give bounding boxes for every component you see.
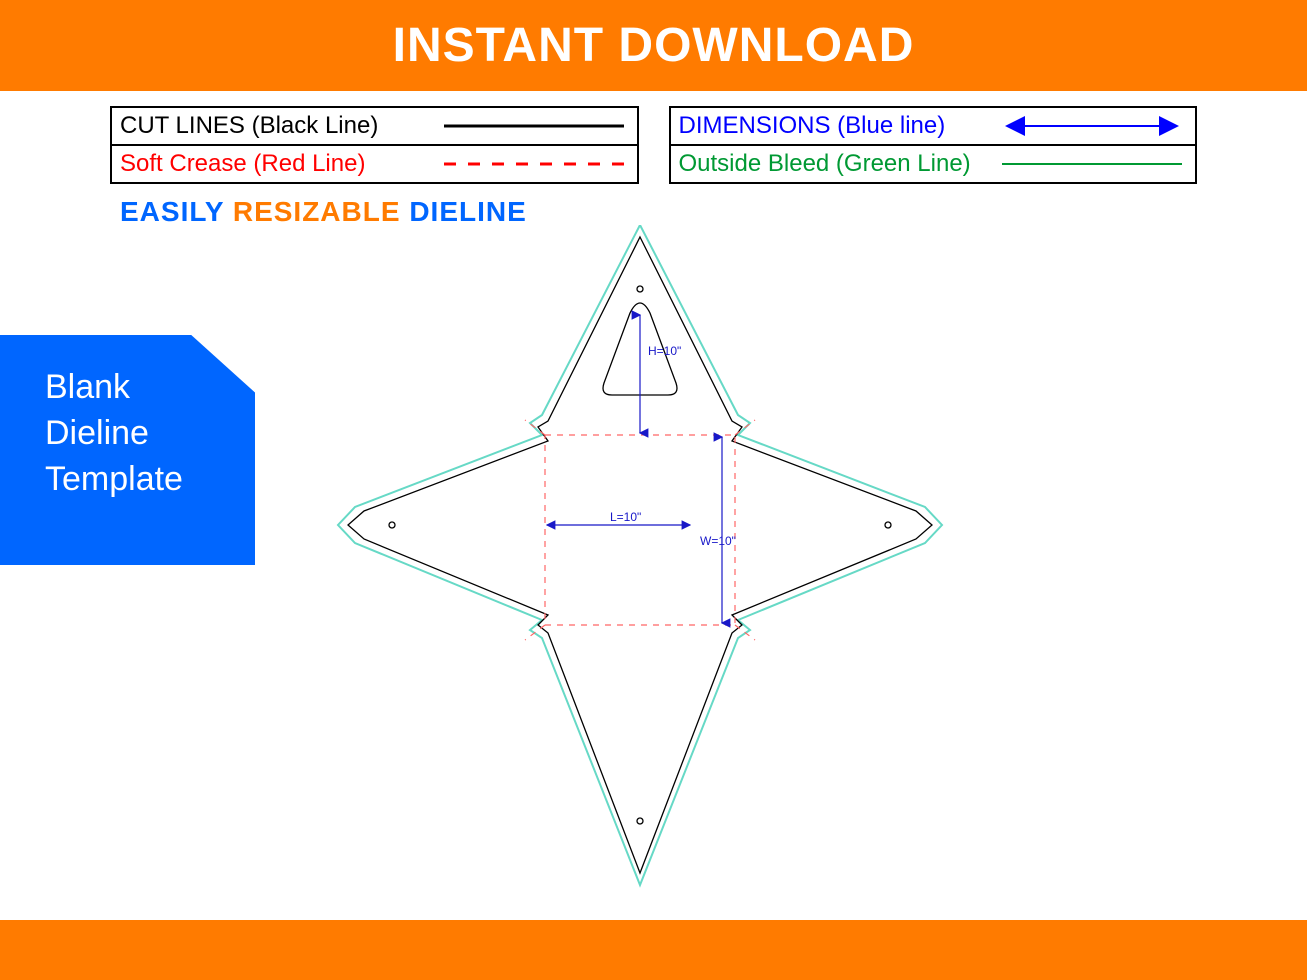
legend-bleed-label: Outside Bleed (Green Line) (679, 150, 998, 178)
legend-cut-sample (439, 114, 629, 138)
top-banner: INSTANT DOWNLOAD (0, 0, 1307, 91)
badge-line3: Template (45, 457, 183, 503)
tagline: EASILY RESIZABLE DIELINE (120, 196, 1307, 228)
legend-bleed: Outside Bleed (Green Line) (671, 144, 1196, 182)
legend-dims: DIMENSIONS (Blue line) (671, 108, 1196, 144)
legend: CUT LINES (Black Line) Soft Crease (Red … (110, 106, 1197, 184)
tagline-word2: RESIZABLE (233, 196, 401, 227)
dim-l-label: L=10" (610, 510, 641, 524)
bottom-banner (0, 920, 1307, 980)
tagline-word1: EASILY (120, 196, 224, 227)
legend-dims-sample (997, 114, 1187, 138)
legend-right: DIMENSIONS (Blue line) Outside Bleed (Gr… (669, 106, 1198, 184)
legend-crease-sample (439, 152, 629, 176)
badge-line2: Dieline (45, 411, 183, 457)
legend-left: CUT LINES (Black Line) Soft Crease (Red … (110, 106, 639, 184)
dim-w-label: W=10" (700, 534, 736, 548)
legend-dims-label: DIMENSIONS (Blue line) (679, 112, 998, 140)
legend-cut: CUT LINES (Black Line) (112, 108, 637, 144)
badge-text: Blank Dieline Template (45, 365, 183, 503)
legend-crease: Soft Crease (Red Line) (112, 144, 637, 182)
dim-h-label: H=10" (648, 344, 681, 358)
crease-lines (525, 420, 755, 640)
dimension-lines (547, 315, 722, 623)
badge-line1: Blank (45, 365, 183, 411)
legend-cut-label: CUT LINES (Black Line) (120, 112, 439, 140)
legend-crease-label: Soft Crease (Red Line) (120, 150, 439, 178)
legend-bleed-sample (997, 152, 1187, 176)
banner-title: INSTANT DOWNLOAD (393, 19, 915, 72)
tagline-word3: DIELINE (409, 196, 526, 227)
dieline-diagram: H=10" L=10" W=10" (320, 225, 960, 910)
